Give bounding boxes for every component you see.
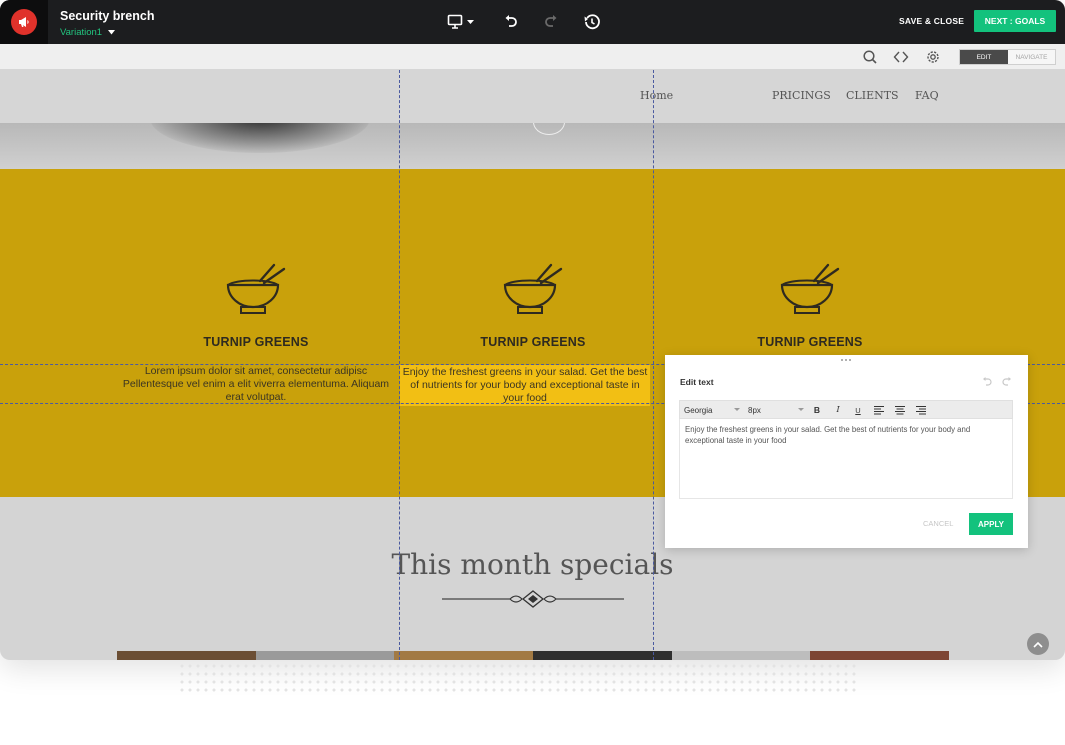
project-title: Security brench — [60, 9, 155, 23]
chevron-down-icon — [108, 30, 116, 35]
chevron-down-icon — [734, 408, 740, 411]
ornament-divider-icon — [442, 590, 624, 608]
drag-handle[interactable] — [841, 359, 853, 362]
font-family-select[interactable]: Georgia — [684, 406, 712, 415]
search-icon[interactable] — [862, 49, 878, 65]
history-icon — [584, 14, 600, 30]
thumbnail[interactable] — [255, 651, 395, 660]
nav-clients[interactable]: CLIENTS — [846, 89, 899, 102]
nav-home[interactable]: Home — [640, 89, 673, 102]
underline-button[interactable]: U — [852, 404, 864, 416]
thumbnail[interactable] — [394, 651, 534, 660]
logo[interactable] — [0, 0, 48, 44]
specials-heading[interactable]: This month specials — [0, 548, 1065, 581]
feature-title[interactable]: TURNIP GREENS — [156, 335, 356, 349]
gear-icon[interactable] — [925, 49, 941, 65]
bowl-chopsticks-icon — [503, 263, 563, 314]
hero-image — [0, 123, 1065, 169]
chevron-down-icon — [798, 408, 804, 411]
redo-button[interactable] — [542, 12, 560, 32]
bold-button[interactable]: B — [811, 404, 823, 416]
thumbnail[interactable] — [533, 651, 672, 660]
guide-line — [399, 70, 400, 660]
navigate-mode-button[interactable]: NAVIGATE — [1008, 50, 1055, 64]
align-right-icon[interactable] — [915, 404, 927, 416]
undo-icon[interactable] — [981, 376, 993, 388]
mode-toggle: EDIT NAVIGATE — [959, 49, 1056, 65]
format-toolbar: Georgia 8px B I U — [679, 400, 1013, 419]
variation-dropdown[interactable]: Variation1 — [60, 27, 116, 38]
panel-title: Edit text — [680, 377, 714, 387]
edit-text-panel: Edit text Georgia 8px B I U Enjoy the fr… — [665, 355, 1028, 548]
italic-button[interactable]: I — [832, 404, 844, 416]
editor-window: Security brench Variation1 SAVE & CLOSE … — [0, 0, 1065, 660]
font-size-select[interactable]: 8px — [748, 406, 761, 415]
thumbnail[interactable] — [117, 651, 256, 660]
align-center-icon[interactable] — [894, 404, 906, 416]
feature-title[interactable]: TURNIP GREENS — [710, 335, 910, 349]
feature-text-selected[interactable]: Enjoy the freshest greens in your salad.… — [400, 365, 650, 406]
redo-icon[interactable] — [1001, 376, 1013, 388]
variation-label: Variation1 — [60, 27, 103, 38]
code-icon[interactable] — [893, 49, 909, 65]
bowl-chopsticks-icon — [226, 263, 286, 314]
editor-toolbar: EDIT NAVIGATE — [0, 44, 1065, 70]
nav-pricings[interactable]: PRICINGS — [772, 89, 831, 102]
scroll-top-button[interactable] — [1027, 633, 1049, 655]
cancel-button[interactable]: CANCEL — [923, 519, 953, 528]
align-left-icon[interactable] — [873, 404, 885, 416]
thumbnail[interactable] — [810, 651, 950, 660]
edit-mode-button[interactable]: EDIT — [960, 50, 1008, 64]
decorative-dot-pattern — [178, 662, 858, 696]
chevron-up-icon — [1033, 641, 1043, 648]
undo-button[interactable] — [502, 12, 520, 32]
feature-text[interactable]: Lorem ipsum dolor sit amet, consectetur … — [118, 365, 394, 404]
megaphone-icon — [11, 9, 37, 35]
nav-faq[interactable]: FAQ — [915, 89, 939, 102]
thumbnail[interactable] — [671, 651, 811, 660]
redo-icon — [545, 15, 557, 27]
feature-title[interactable]: TURNIP GREENS — [433, 335, 633, 349]
desktop-icon — [447, 14, 474, 29]
next-goals-button[interactable]: NEXT : GOALS — [974, 10, 1056, 32]
apply-button[interactable]: APPLY — [969, 513, 1013, 535]
site-navigation: Home PRICINGS CLIENTS FAQ — [0, 70, 1065, 123]
top-bar: Security brench Variation1 SAVE & CLOSE … — [0, 0, 1065, 44]
undo-icon — [505, 15, 517, 27]
text-editor-input[interactable]: Enjoy the freshest greens in your salad.… — [679, 419, 1013, 499]
device-selector[interactable] — [447, 12, 477, 32]
save-close-button[interactable]: SAVE & CLOSE — [899, 16, 964, 26]
history-button[interactable] — [582, 12, 602, 32]
guide-line — [653, 70, 654, 660]
bowl-chopsticks-icon — [780, 263, 840, 314]
specials-thumbnails — [117, 651, 950, 660]
